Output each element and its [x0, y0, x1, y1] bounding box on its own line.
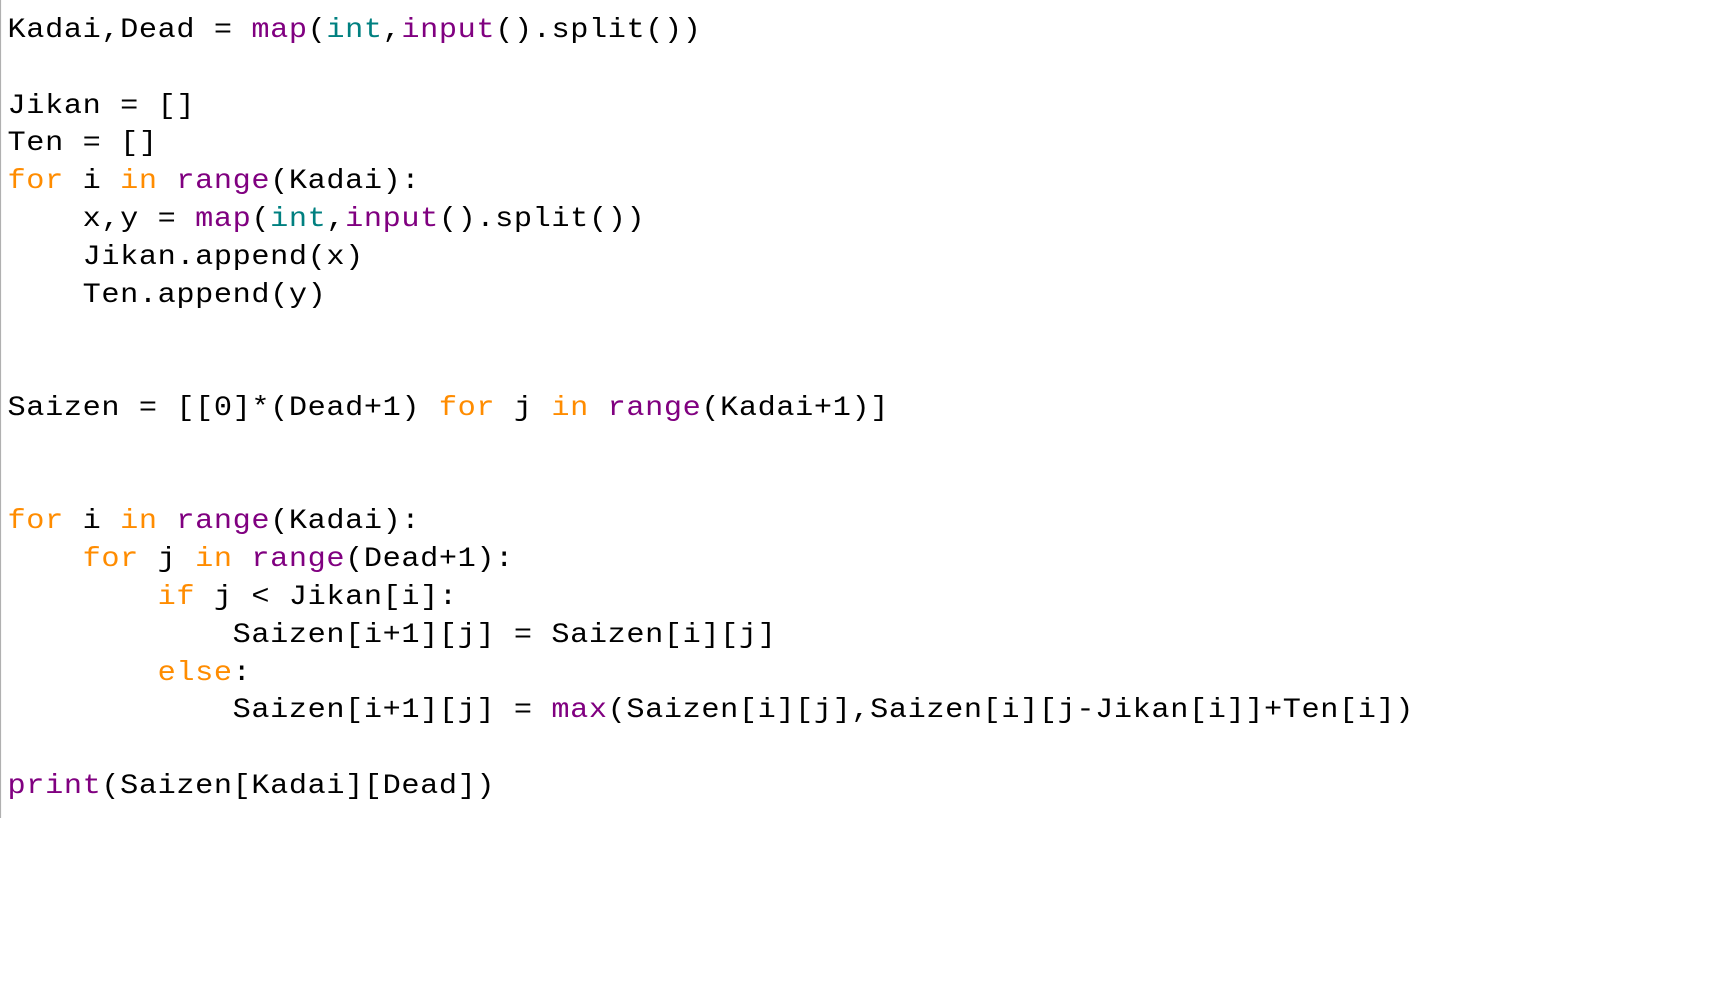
code-line-14: for i in range(Kadai): — [8, 506, 421, 537]
code-line-4: Ten = [] — [8, 128, 158, 159]
code-line-17: Saizen[i+1][j] = Saizen[i][j] — [8, 620, 777, 651]
code-line-18: else: — [8, 658, 252, 689]
code-line-5: for i in range(Kadai): — [8, 166, 421, 197]
code-line-16: if j < Jikan[i]: — [8, 582, 458, 613]
code-line-1: Kadai,Dead = map(int,input().split()) — [8, 15, 702, 46]
code-line-3: Jikan = [] — [8, 91, 196, 122]
code-line-11: Saizen = [[0]*(Dead+1) for j in range(Ka… — [8, 393, 889, 424]
code-line-19: Saizen[i+1][j] = max(Saizen[i][j],Saizen… — [8, 695, 1414, 726]
code-block: Kadai,Dead = map(int,input().split()) Ji… — [0, 0, 1712, 818]
code-line-21: print(Saizen[Kadai][Dead]) — [8, 771, 496, 802]
code-line-7: Jikan.append(x) — [8, 242, 364, 273]
code-line-8: Ten.append(y) — [8, 280, 327, 311]
code-line-6: x,y = map(int,input().split()) — [8, 204, 646, 235]
code-line-15: for j in range(Dead+1): — [8, 544, 514, 575]
